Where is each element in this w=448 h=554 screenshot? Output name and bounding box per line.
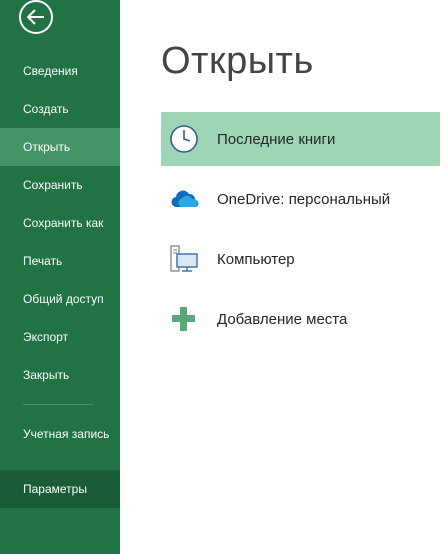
- nav-new-label: Создать: [23, 102, 69, 116]
- nav-info[interactable]: Сведения: [0, 52, 120, 90]
- nav-export[interactable]: Экспорт: [0, 318, 120, 356]
- add-place-icon: [168, 303, 200, 335]
- nav-print-label: Печать: [23, 254, 63, 268]
- nav-account-label: Учетная запись: [23, 427, 110, 441]
- computer-icon: [168, 243, 200, 275]
- nav-new[interactable]: Создать: [0, 90, 120, 128]
- nav-share-label: Общий доступ: [23, 292, 104, 306]
- back-button[interactable]: [19, 0, 53, 34]
- nav-save-as[interactable]: Сохранить как: [0, 204, 120, 242]
- nav-save-label: Сохранить: [23, 178, 83, 192]
- onedrive-cloud-icon: [168, 183, 200, 215]
- location-onedrive-label: OneDrive: персональный: [217, 190, 391, 208]
- nav-save-as-label: Сохранить как: [23, 216, 104, 230]
- nav-account[interactable]: Учетная запись: [0, 415, 110, 469]
- back-arrow-icon: [27, 9, 44, 25]
- nav-save[interactable]: Сохранить: [0, 166, 120, 204]
- nav-open[interactable]: Открыть: [0, 128, 120, 166]
- nav-export-label: Экспорт: [23, 330, 69, 344]
- page-title: Открыть: [161, 40, 314, 82]
- location-recent[interactable]: Последние книги: [161, 112, 440, 166]
- clock-icon: [168, 123, 200, 155]
- backstage-sidebar: Сведения Создать Открыть Сохранить Сохра…: [0, 0, 120, 554]
- nav-options[interactable]: Параметры: [0, 470, 120, 508]
- sidebar-divider: [23, 404, 93, 405]
- location-computer[interactable]: Компьютер: [161, 232, 440, 286]
- location-recent-label: Последние книги: [217, 130, 336, 148]
- location-onedrive[interactable]: OneDrive: персональный: [161, 172, 440, 226]
- nav-open-label: Открыть: [23, 140, 71, 154]
- location-add-place-label: Добавление места: [217, 310, 348, 328]
- nav-close[interactable]: Закрыть: [0, 356, 120, 394]
- nav-share[interactable]: Общий доступ: [0, 280, 120, 318]
- location-add-place[interactable]: Добавление места: [161, 292, 440, 346]
- nav-options-label: Параметры: [23, 482, 87, 496]
- nav-info-label: Сведения: [23, 64, 78, 78]
- nav-print[interactable]: Печать: [0, 242, 120, 280]
- nav-close-label: Закрыть: [23, 368, 70, 382]
- location-computer-label: Компьютер: [217, 250, 295, 268]
